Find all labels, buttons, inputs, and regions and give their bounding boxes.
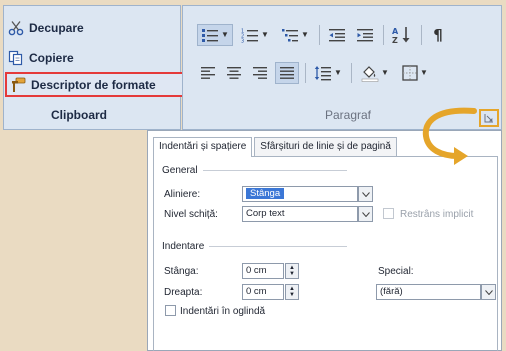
clipboard-group: Decupare Copiere Descriptor de formate C… <box>3 5 185 130</box>
decrease-indent-button[interactable] <box>325 24 349 46</box>
pilcrow-icon: ¶ <box>433 26 443 44</box>
chevron-down-icon: ▼ <box>334 68 342 77</box>
paint-bucket-icon <box>361 65 379 82</box>
indent-left-input[interactable]: 0 cm <box>242 263 284 279</box>
multilevel-list-icon <box>282 29 299 42</box>
indent-right-spinner[interactable]: ▲ ▼ <box>285 284 299 300</box>
align-center-button[interactable] <box>223 62 245 84</box>
mirror-indents-label: Indentări în oglindă <box>180 306 266 317</box>
cut-label: Decupare <box>29 21 84 35</box>
decrease-indent-icon <box>329 29 345 42</box>
ribbon-separator <box>421 25 422 45</box>
cut-button[interactable]: Decupare <box>8 18 84 38</box>
outline-level-value: Corp text <box>246 208 285 219</box>
indentation-section-label: Indentare <box>162 241 205 252</box>
ribbon-separator <box>319 25 320 45</box>
special-indent-select[interactable]: (fără) <box>376 284 481 300</box>
tab-line-page-breaks[interactable]: Sfârșituri de linie și de pagină <box>254 137 397 157</box>
collapsed-default-label: Restrâns implicit <box>400 209 474 220</box>
dialog-tabs: Indentări și spațiere Sfârșituri de lini… <box>153 137 399 157</box>
ribbon-separator <box>351 63 352 83</box>
alignment-label: Aliniere: <box>164 189 201 200</box>
svg-text:Z: Z <box>392 36 398 44</box>
alignment-dropdown-button[interactable] <box>358 186 373 202</box>
copy-icon <box>8 50 23 66</box>
special-indent-value: (fără) <box>380 286 403 297</box>
indent-right-input[interactable]: 0 cm <box>242 284 284 300</box>
outline-level-dropdown-button[interactable] <box>358 206 373 222</box>
outline-level-select[interactable]: Corp text <box>242 206 358 222</box>
spin-down-icon: ▼ <box>289 292 295 298</box>
indent-left-spinner[interactable]: ▲ ▼ <box>285 263 299 279</box>
shading-button[interactable]: ▼ <box>357 62 393 84</box>
paragraph-group-label: Paragraf <box>324 108 372 122</box>
chevron-down-icon: ▼ <box>221 30 229 39</box>
ribbon-separator <box>383 25 384 45</box>
copy-label: Copiere <box>29 51 74 65</box>
chevron-down-icon: ▼ <box>420 68 428 77</box>
borders-icon <box>402 65 418 81</box>
align-left-button[interactable] <box>197 62 219 84</box>
collapsed-default-checkbox[interactable] <box>383 208 394 219</box>
general-section-label: General <box>162 165 198 176</box>
chevron-down-icon <box>484 289 493 295</box>
chevron-down-icon <box>361 191 370 197</box>
align-center-icon <box>227 67 241 79</box>
special-indent-label: Special: <box>378 266 414 277</box>
curved-arrow-icon <box>422 107 477 165</box>
bullets-button[interactable]: ▼ <box>197 24 233 46</box>
mirror-indents-checkbox[interactable] <box>165 305 176 316</box>
chevron-down-icon: ▼ <box>381 68 389 77</box>
ribbon-separator <box>305 63 306 83</box>
chevron-down-icon <box>361 211 370 217</box>
spin-down-icon: ▼ <box>289 271 295 277</box>
svg-text:A: A <box>392 27 399 36</box>
indent-right-value: 0 cm <box>246 286 267 297</box>
svg-text:3: 3 <box>241 39 244 44</box>
sort-az-icon: A Z <box>392 27 410 44</box>
tab-panel: General Aliniere: Stânga Nivel schiță: C… <box>153 156 498 351</box>
line-spacing-button[interactable]: ▼ <box>311 62 345 84</box>
copy-button[interactable]: Copiere <box>8 48 74 68</box>
line-spacing-icon <box>314 66 332 81</box>
indent-right-label: Dreapta: <box>164 287 203 298</box>
bullet-list-icon <box>202 29 219 42</box>
align-left-icon <box>201 67 215 79</box>
increase-indent-button[interactable] <box>353 24 377 46</box>
format-painter-icon <box>12 77 26 92</box>
show-formatting-button[interactable]: ¶ <box>427 24 449 46</box>
alignment-value: Stânga <box>246 188 285 199</box>
justify-button[interactable] <box>275 62 299 84</box>
format-painter-label: Descriptor de formate <box>31 77 156 92</box>
format-painter-button[interactable]: Descriptor de formate <box>5 72 185 97</box>
multilevel-list-button[interactable]: ▼ <box>277 24 313 46</box>
chevron-down-icon: ▼ <box>261 30 269 39</box>
outline-level-label: Nivel schiță: <box>164 209 218 220</box>
scissors-icon <box>8 21 24 36</box>
alignment-select[interactable]: Stânga <box>242 186 358 202</box>
section-divider <box>202 170 347 171</box>
sort-button[interactable]: A Z <box>389 24 415 46</box>
chevron-down-icon: ▼ <box>301 30 309 39</box>
tab-indents-spacing[interactable]: Indentări și spațiere <box>153 137 253 157</box>
numbering-button[interactable]: 1 2 3 ▼ <box>237 24 273 46</box>
align-right-button[interactable] <box>249 62 271 84</box>
indentation-section: Indentare <box>162 241 347 252</box>
borders-button[interactable]: ▼ <box>397 62 433 84</box>
clipboard-group-label: Clipboard <box>51 108 107 122</box>
numbered-list-icon: 1 2 3 <box>241 29 259 44</box>
section-divider <box>209 246 347 247</box>
special-indent-dropdown-button[interactable] <box>481 284 496 300</box>
justify-icon <box>280 67 294 79</box>
increase-indent-icon <box>357 29 373 42</box>
indent-left-value: 0 cm <box>246 265 267 276</box>
general-section: General <box>162 165 347 176</box>
indent-left-label: Stânga: <box>164 266 199 277</box>
align-right-icon <box>253 67 267 79</box>
